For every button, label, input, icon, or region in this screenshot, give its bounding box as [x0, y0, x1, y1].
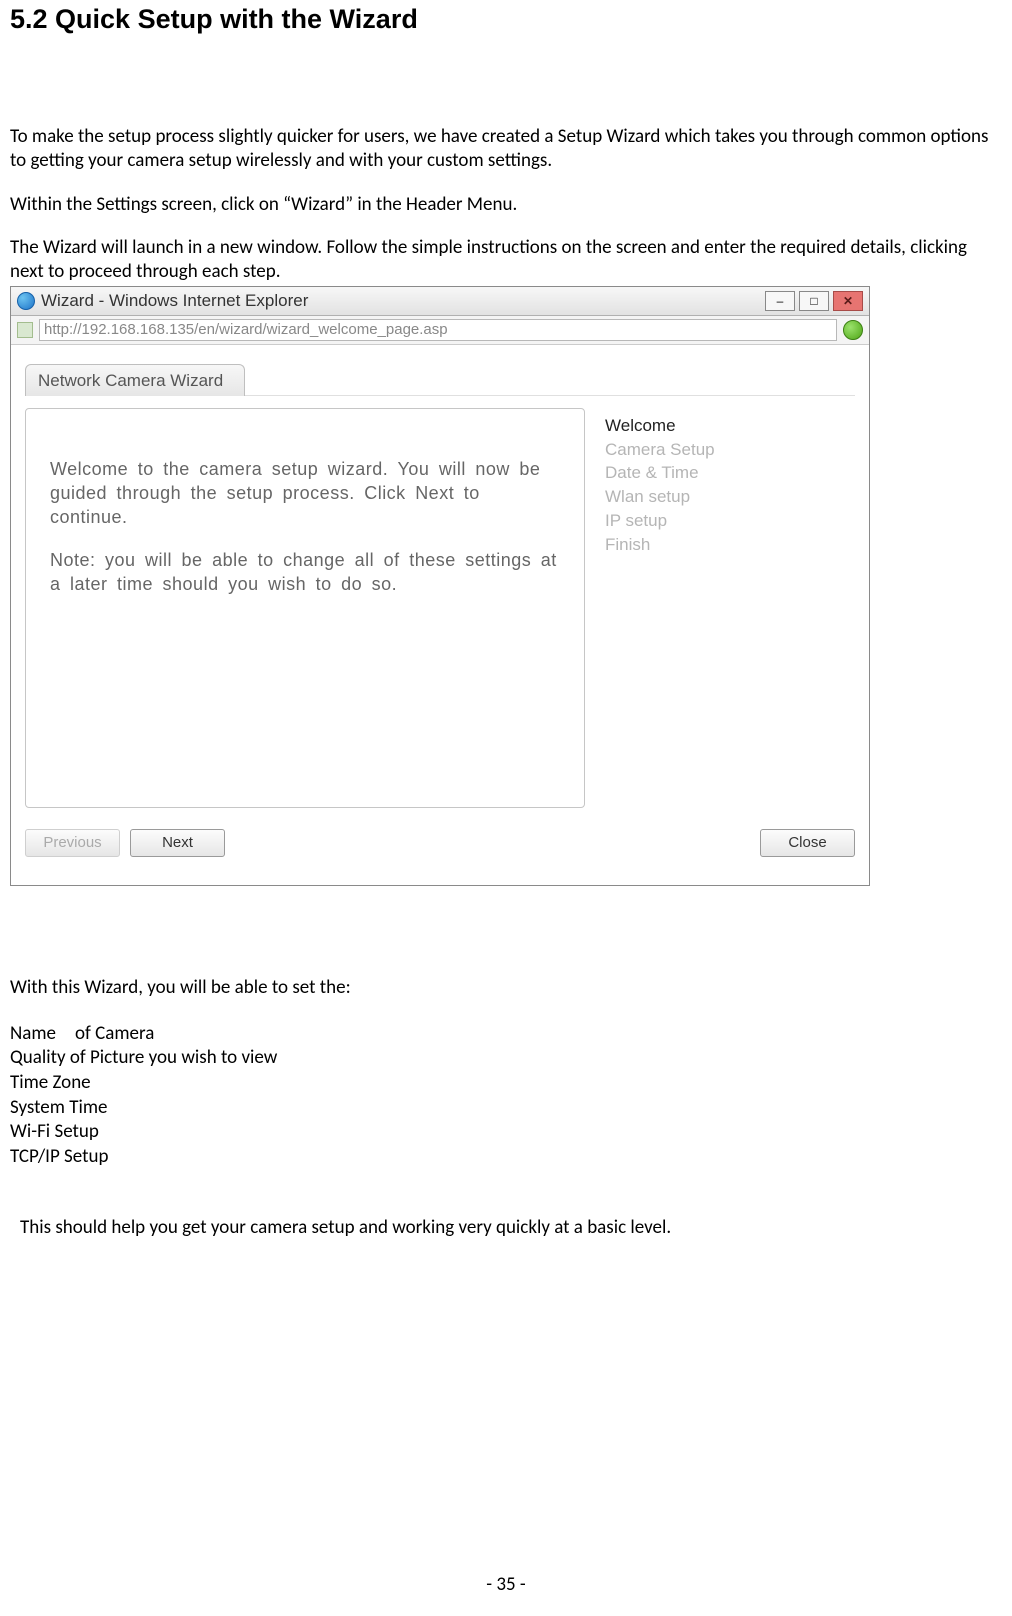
wizard-set-list: Name of Camera Quality of Picture you wi… — [10, 1022, 1002, 1170]
wizard-step-welcome: Welcome — [605, 414, 855, 438]
wizard-step-camera-setup: Camera Setup — [605, 438, 855, 462]
ie-icon — [17, 292, 35, 310]
page-icon — [17, 322, 33, 338]
list-item: TCP/IP Setup — [10, 1145, 1002, 1170]
wizard-welcome-p2: Note: you will be able to change all of … — [50, 548, 560, 597]
wizard-step-date-time: Date & Time — [605, 461, 855, 485]
address-bar — [11, 316, 869, 345]
list-item: System Time — [10, 1096, 1002, 1121]
browser-window: Wizard - Windows Internet Explorer – □ ✕… — [10, 286, 870, 886]
wizard-body: Welcome to the camera setup wizard. You … — [25, 395, 855, 815]
previous-button: Previous — [25, 829, 120, 857]
wizard-tab-title: Network Camera Wizard — [25, 364, 245, 396]
url-input[interactable] — [39, 319, 837, 341]
list-item: Time Zone — [10, 1071, 1002, 1096]
closing-paragraph: This should help you get your camera set… — [10, 1216, 1002, 1239]
browser-title: Wizard - Windows Internet Explorer — [41, 291, 308, 311]
wizard-step-finish: Finish — [605, 533, 855, 557]
minimize-button[interactable]: – — [765, 291, 795, 311]
close-button[interactable]: Close — [760, 829, 855, 857]
section-heading: 5.2 Quick Setup with the Wizard — [10, 4, 1002, 35]
wizard-steps: Welcome Camera Setup Date & Time Wlan se… — [605, 408, 855, 557]
go-refresh-icon[interactable] — [843, 320, 863, 340]
window-buttons: – □ ✕ — [765, 291, 863, 311]
browser-content: Network Camera Wizard Welcome to the cam… — [11, 345, 869, 885]
wizard-step-wlan: Wlan setup — [605, 485, 855, 509]
intro-paragraph: To make the setup process slightly quick… — [10, 125, 1002, 173]
maximize-button[interactable]: □ — [799, 291, 829, 311]
paragraph-2: Within the Settings screen, click on “Wi… — [10, 193, 1002, 217]
wizard-panel: Welcome to the camera setup wizard. You … — [25, 408, 585, 808]
browser-titlebar: Wizard - Windows Internet Explorer – □ ✕ — [11, 287, 869, 316]
wizard-button-row: Previous Next Close — [25, 829, 855, 857]
list-item: Wi-Fi Setup — [10, 1120, 1002, 1145]
paragraph-3: The Wizard will launch in a new window. … — [10, 236, 1002, 284]
wizard-step-ip: IP setup — [605, 509, 855, 533]
next-button[interactable]: Next — [130, 829, 225, 857]
list-item: Quality of Picture you wish to view — [10, 1046, 1002, 1071]
post-intro: With this Wizard, you will be able to se… — [10, 976, 1002, 1000]
page-number: - 35 - — [0, 1573, 1012, 1596]
close-window-button[interactable]: ✕ — [833, 291, 863, 311]
list-item: Name of Camera — [10, 1022, 1002, 1047]
wizard-welcome-p1: Welcome to the camera setup wizard. You … — [50, 457, 560, 530]
